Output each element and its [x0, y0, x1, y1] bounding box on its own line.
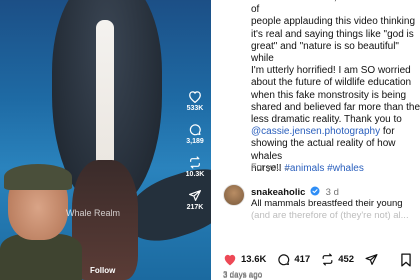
follow-button[interactable]: Follow — [90, 266, 115, 275]
post-repost-button[interactable]: 452 — [321, 253, 354, 266]
video-comment-button[interactable]: 3,189 — [186, 123, 204, 145]
for-you-label[interactable]: For you ⌄ — [251, 162, 290, 172]
chevron-down-icon: ⌄ — [283, 163, 291, 172]
verified-badge-icon — [310, 186, 320, 196]
post-like-button[interactable]: 13.6K — [223, 253, 266, 266]
post-comment-button[interactable]: 417 — [277, 253, 310, 266]
post-repost-count: 452 — [338, 254, 355, 265]
comment-text: All mammals breastfeed their young (and … — [251, 198, 420, 221]
comment-body: All mammals breastfeed their young — [251, 198, 403, 209]
share-icon — [188, 190, 201, 201]
video-repost-button[interactable]: 10.3K — [185, 156, 205, 178]
post-like-count: 13.6K — [241, 254, 267, 265]
comment-username[interactable]: snakeaholic — [251, 187, 305, 198]
video-action-rail: 533K 3,189 10.3K 217K — [180, 90, 210, 222]
comment-icon — [189, 124, 201, 136]
comment-username-row: snakeaholic 3 d — [251, 186, 339, 198]
caption-mention-link[interactable]: @cassie.jensen.photography — [251, 126, 380, 137]
bookmark-button[interactable] — [400, 253, 412, 272]
repost-icon — [322, 253, 333, 266]
presenter-image — [0, 164, 82, 280]
video-player[interactable]: Whale Realm Follow 533K 3,189 10.3K 217K — [0, 0, 211, 280]
heart-icon — [189, 91, 201, 103]
video-watermark: Whale Realm — [66, 208, 121, 218]
video-comment-count: 3,189 — [186, 138, 204, 145]
post-share-button[interactable] — [365, 253, 378, 266]
video-like-button[interactable]: 533K — [186, 90, 204, 112]
comment-time: 3 d — [325, 187, 339, 198]
caption-hashtags-link[interactable]: #animals #whales — [284, 163, 364, 174]
for-you-text: For you — [251, 162, 282, 172]
presenter-cap — [4, 164, 72, 190]
caption-text: thousand reshares, and 3k comments of pe… — [251, 0, 420, 126]
comments-pane[interactable]: thousand reshares, and 3k comments of pe… — [211, 0, 420, 280]
post-caption: thousand reshares, and 3k comments of pe… — [251, 0, 420, 175]
bookmark-icon — [401, 253, 411, 267]
post-actions: 13.6K 417 452 — [223, 253, 389, 266]
comment-icon — [278, 254, 290, 266]
comment-body-faded: (and are therefore of (they're not) al..… — [251, 209, 409, 221]
bottom-timestamp: 3 days ago — [223, 271, 263, 280]
video-repost-count: 10.3K — [185, 171, 205, 178]
share-icon — [365, 254, 378, 265]
heart-filled-icon — [224, 254, 236, 266]
avatar[interactable] — [223, 184, 245, 206]
repost-icon — [190, 156, 200, 169]
post-comment-count: 417 — [294, 254, 311, 265]
presenter-shirt — [0, 234, 82, 280]
video-like-count: 533K — [186, 105, 204, 112]
video-share-count: 217K — [186, 204, 204, 211]
video-share-button[interactable]: 217K — [186, 189, 204, 211]
